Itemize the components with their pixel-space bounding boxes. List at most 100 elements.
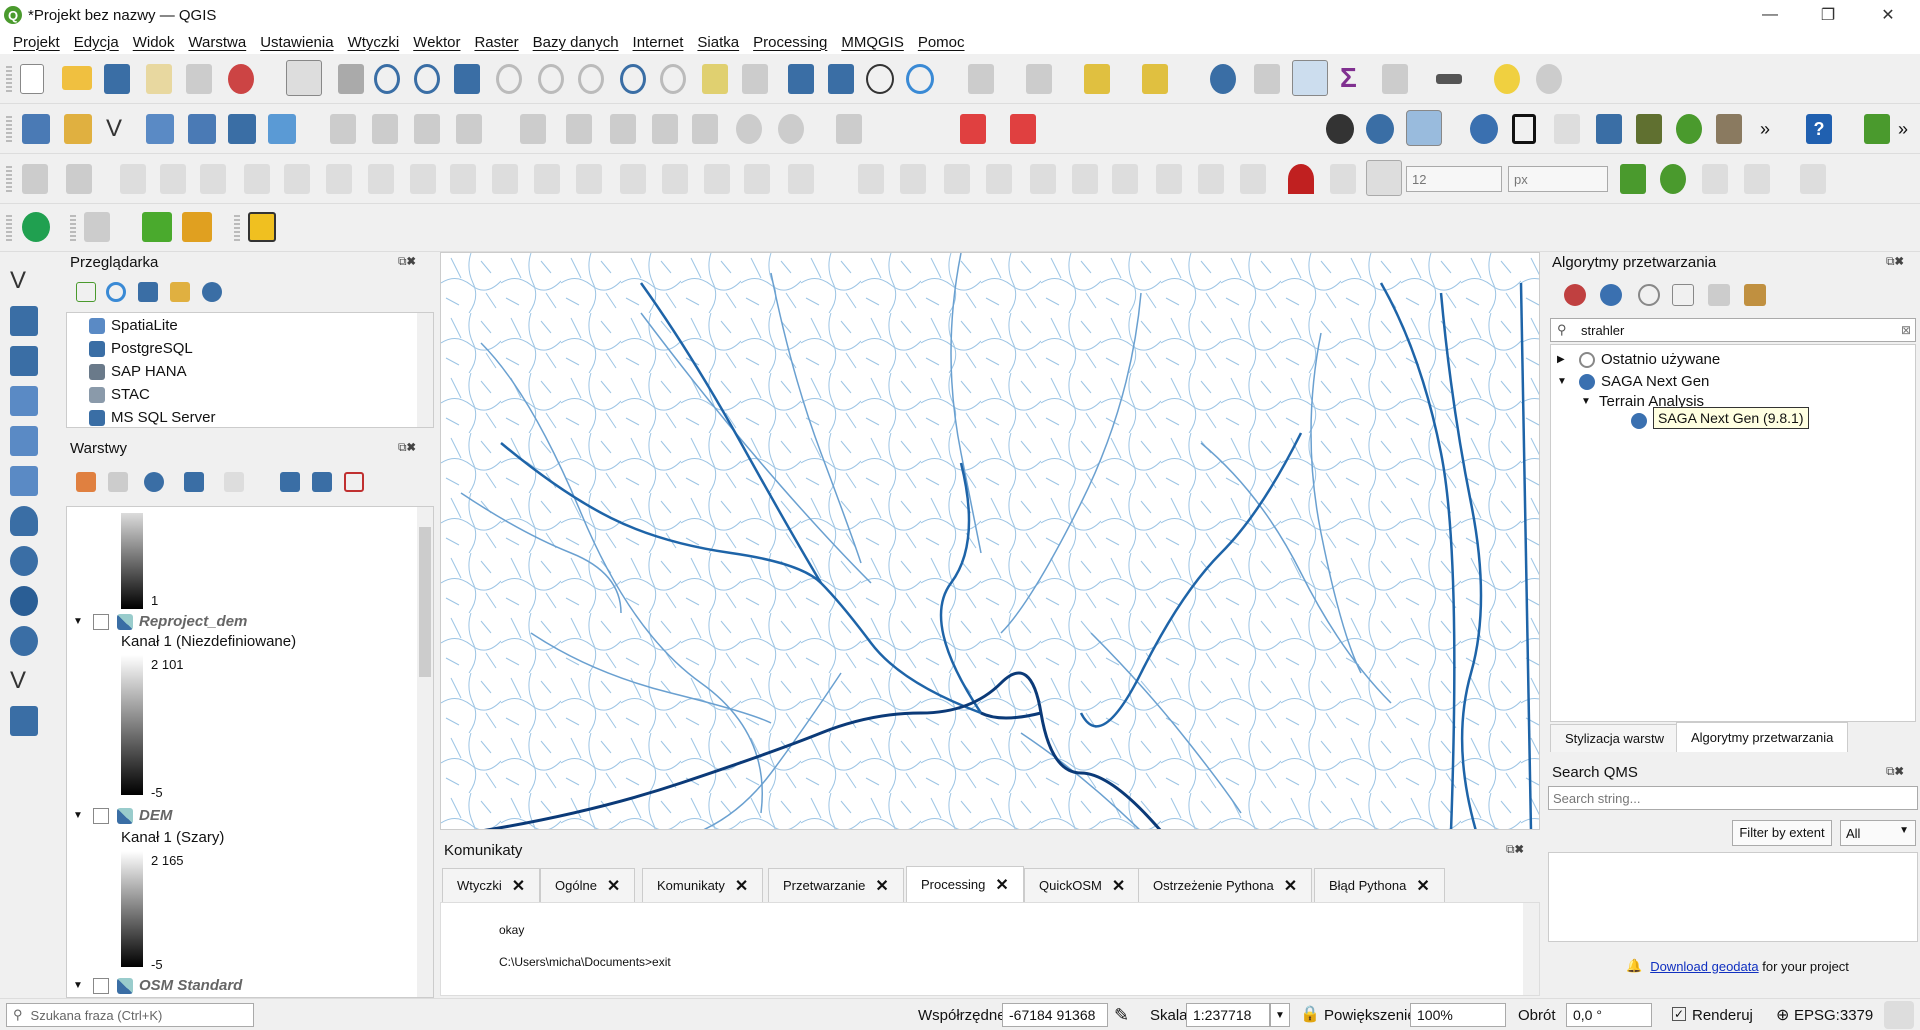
fill-ring-icon[interactable] [368,164,394,194]
tab-python-warning[interactable]: Ostrzeżenie Pythona ✕ [1138,868,1313,902]
label-abc-icon[interactable] [960,114,986,144]
add-ring-icon[interactable] [284,164,310,194]
paste-icon[interactable] [692,114,718,144]
saga-algorithm-icon[interactable] [1631,413,1647,429]
new-spatialite-icon[interactable] [146,114,174,144]
menu-wtyczki[interactable]: Wtyczki [348,34,400,51]
tab-processing-toolbox[interactable]: Algorytmy przetwarzania [1676,722,1849,752]
select-value-icon[interactable] [1026,64,1052,94]
menu-raster[interactable]: Raster [474,34,518,51]
plugin-globe-icon[interactable] [1326,114,1354,144]
style-manager-icon[interactable] [228,64,254,94]
render-checkbox[interactable]: ✓ [1672,1007,1686,1021]
dock-float-close-buttons[interactable]: ⧉✖ [1886,254,1904,269]
tab-komunikaty[interactable]: Komunikaty ✕ [642,868,764,902]
browser-item[interactable]: SAP HANA [89,363,187,380]
locator-search-input[interactable]: ⚲ Szukana fraza (Ctrl+K) [6,1003,254,1027]
cloud-icon[interactable] [22,212,50,242]
tab-ogolne[interactable]: Ogólne ✕ [540,868,636,902]
collapse-all-icon[interactable] [170,282,190,302]
toolbar-grip[interactable] [6,166,12,192]
chevron-down-icon[interactable]: ▼ [73,980,93,991]
chevron-down-icon[interactable]: ▼ [1581,396,1599,407]
line-tool-icon[interactable] [1156,164,1182,194]
plugin-v-icon[interactable] [248,212,276,242]
menu-pomoc[interactable]: Pomoc [918,34,965,51]
crs-label[interactable]: EPSG:3379 [1794,1007,1873,1024]
toolbar-grip[interactable] [70,215,76,241]
layer-visibility-checkbox[interactable] [93,613,109,630]
add-wcs-icon[interactable] [10,626,38,656]
plugin-search-icon[interactable] [1676,114,1702,144]
refresh-icon[interactable] [906,64,934,94]
chevron-down-icon[interactable]: ▼ [73,810,93,821]
new-project-icon[interactable] [20,64,44,94]
new-geopackage-icon[interactable] [64,114,92,144]
new-shapefile-icon[interactable]: V [106,114,136,144]
measure-icon[interactable] [1436,74,1462,84]
scale-dropdown[interactable]: ▼ [1270,1003,1290,1027]
label-highlight-icon[interactable] [1010,114,1036,144]
identify-icon[interactable] [1210,64,1236,94]
move-feature-icon[interactable] [120,164,146,194]
polygon-tool-icon[interactable] [1112,164,1138,194]
dock-float-close-buttons[interactable]: ⧉✖ [1506,842,1524,857]
bookmark-icon[interactable] [788,64,814,94]
menu-projekt[interactable]: Projekt [13,34,60,51]
restore-button[interactable]: ❐ [1800,0,1856,30]
merge-features-icon[interactable] [662,164,688,194]
processing-toolbox-icon[interactable] [1292,60,1328,96]
expand-all-icon[interactable] [280,472,300,492]
zoom-layer-icon[interactable] [538,64,564,94]
options-wrench-icon[interactable] [1744,284,1766,306]
log-scrollbar[interactable] [1523,903,1539,995]
snapping-type-icon[interactable] [1330,164,1356,194]
add-raster-layer-icon[interactable] [10,306,38,336]
edit-features-icon[interactable] [1708,284,1730,306]
add-delimited-text-icon[interactable] [10,386,38,416]
rotate-point-icon[interactable] [744,164,770,194]
undo-icon[interactable] [736,114,762,144]
self-snapping-icon[interactable] [1744,164,1770,194]
close-tab-icon[interactable]: ✕ [995,875,1008,895]
add-point-icon[interactable] [66,164,92,194]
dock-float-close-buttons[interactable]: ⧉✖ [398,254,416,269]
plugin-tool-icon[interactable] [1554,114,1580,144]
split-features-icon[interactable] [576,164,602,194]
tab-layer-styling[interactable]: Stylizacja warstw [1550,724,1679,752]
plugin-map-icon[interactable] [1716,114,1742,144]
properties-info-icon[interactable] [202,282,222,302]
shape-tool-icon[interactable] [944,164,970,194]
zoom-in-icon[interactable] [374,64,400,94]
close-tab-icon[interactable]: ✕ [875,876,888,896]
offset-curve-icon[interactable] [534,164,560,194]
plugin-qa-icon[interactable] [182,212,212,242]
copy-icon[interactable] [652,114,678,144]
layer-square-icon[interactable] [1512,114,1536,144]
browser-item[interactable]: SpatiaLite [89,317,178,334]
bezier-tool-icon[interactable] [1240,164,1266,194]
add-mesh-icon[interactable] [268,114,296,144]
dock-float-close-buttons[interactable]: ⧉✖ [398,440,416,455]
python-console-icon[interactable] [1470,114,1498,144]
plugin-network-icon[interactable] [1864,114,1890,144]
attribute-table-icon[interactable] [1254,64,1280,94]
wms-icon[interactable] [1366,114,1394,144]
simplify-icon[interactable] [244,164,270,194]
toolbar-grip[interactable] [6,116,12,142]
statistics-sigma-icon[interactable]: Σ [1340,64,1366,94]
tracing-icon[interactable] [1702,164,1728,194]
chevron-right-icon[interactable]: ▶ [1557,354,1579,365]
scale-feature-icon[interactable] [200,164,226,194]
close-tab-icon[interactable]: ✕ [735,876,748,896]
browser-item[interactable]: MS SQL Server [89,409,215,426]
history-clock-icon[interactable] [1638,284,1660,306]
collapse-all-layers-icon[interactable] [312,472,332,492]
distribute-icon[interactable] [900,164,926,194]
plugin-grid-icon[interactable] [1596,114,1622,144]
tab-python-error[interactable]: Błąd Pythona ✕ [1314,868,1445,902]
deselect-icon[interactable] [1084,64,1110,94]
label-tool-icon[interactable] [836,114,862,144]
data-source-manager-icon[interactable] [22,114,50,144]
minimize-button[interactable]: — [1742,0,1798,30]
